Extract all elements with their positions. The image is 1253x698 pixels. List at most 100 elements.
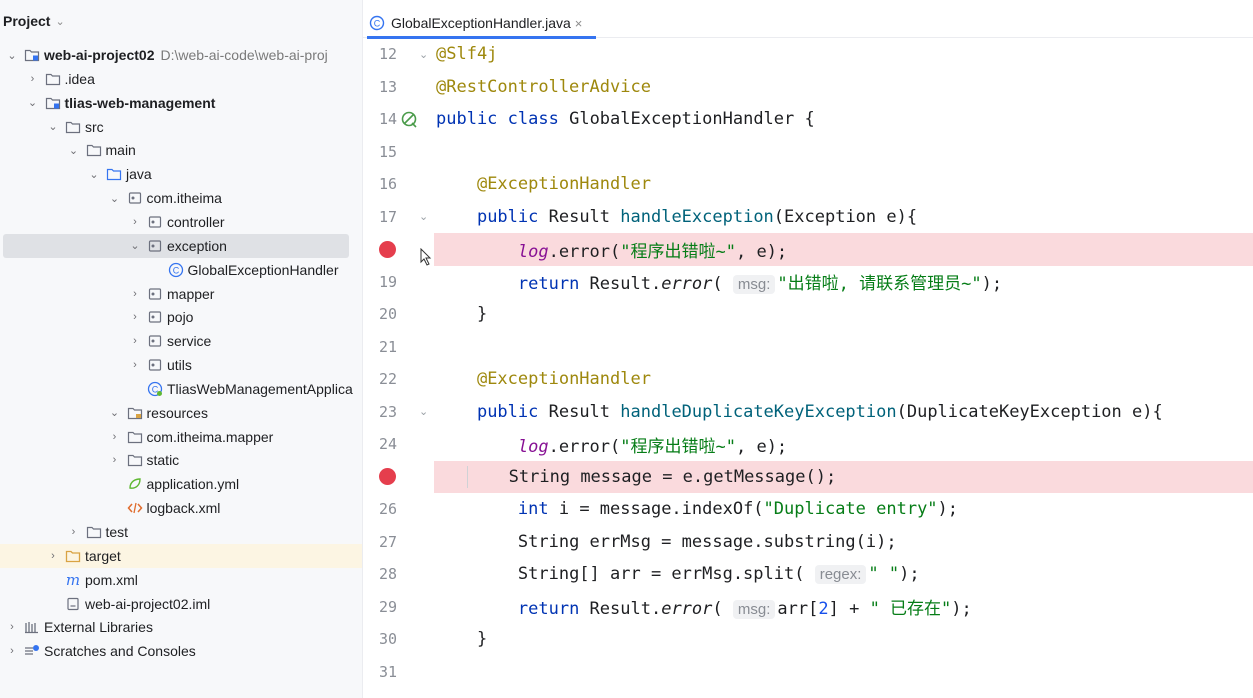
tree-item-com-itheima-mapper[interactable]: › com.itheima.mapper <box>0 425 362 449</box>
package-icon <box>146 309 164 325</box>
tree-item-label: Scratches and Consoles <box>44 643 196 660</box>
tree-item-src[interactable]: ⌄ src <box>0 115 362 139</box>
chevron-right-icon[interactable]: › <box>27 73 39 85</box>
tree-item-scratches-and-consoles[interactable]: › Scratches and Consoles <box>0 639 362 663</box>
tree-item-globalexceptionhandler[interactable]: C GlobalExceptionHandler <box>0 258 362 282</box>
chevron-right-icon[interactable]: › <box>6 621 18 633</box>
tree-item-label: main <box>105 142 136 159</box>
editor-tab-bar: C GlobalExceptionHandler.java × <box>363 0 1253 39</box>
chevron-right-icon[interactable]: › <box>6 645 18 657</box>
chevron-down-icon[interactable]: ⌄ <box>129 239 141 252</box>
breakpoint-icon[interactable] <box>379 468 396 486</box>
parameter-hint: msg: <box>732 600 776 620</box>
tree-item-external-libraries[interactable]: › External Libraries <box>0 615 362 639</box>
fold-icon[interactable]: ⌄ <box>419 405 428 418</box>
chevron-right-icon[interactable]: › <box>129 311 141 323</box>
tree-item-label: resources <box>146 404 208 421</box>
tree-item-controller[interactable]: › controller <box>0 210 362 234</box>
string-token: "程序出错啦~" <box>620 241 736 262</box>
code-line-31: 31 <box>363 656 1253 689</box>
chevron-right-icon[interactable]: › <box>109 454 121 466</box>
tree-item-java[interactable]: ⌄ java <box>0 162 362 186</box>
chevron-down-icon[interactable]: ⌄ <box>88 168 100 181</box>
chevron-down-icon[interactable]: ⌄ <box>6 49 18 62</box>
tree-item-test[interactable]: › test <box>0 520 362 544</box>
fold-icon[interactable]: ⌄ <box>419 48 428 61</box>
tree-item-main[interactable]: ⌄ main <box>0 138 362 162</box>
code-line-27: 27 String errMsg = message.substring(i); <box>363 526 1253 559</box>
chevron-right-icon[interactable]: › <box>47 550 59 562</box>
chevron-right-icon[interactable]: › <box>129 359 141 371</box>
chevron-down-icon[interactable]: ⌄ <box>68 144 80 157</box>
code-token: (Exception e){ <box>773 206 918 227</box>
tree-item-com-itheima[interactable]: ⌄ com.itheima <box>0 186 362 210</box>
tree-item-label: .idea <box>64 70 95 87</box>
code-token: .error( <box>548 436 621 457</box>
code-token: String[] arr = errMsg.split( <box>517 564 805 585</box>
tree-item-web-ai-project02-iml[interactable]: web-ai-project02.iml <box>0 592 362 616</box>
package-icon <box>146 357 164 373</box>
no-usages-bean-icon[interactable] <box>399 110 419 128</box>
keyword-token: int <box>517 499 549 520</box>
line-number: 21 <box>378 337 397 356</box>
code-text: String[] arr = errMsg.split( regex: " "); <box>436 564 920 585</box>
tree-item-web-ai-project02[interactable]: ⌄ web-ai-project02 D:\web-ai-code\web-ai-p… <box>0 43 362 67</box>
tree-item-tliaswebmanagementapplica[interactable]: C TliasWebManagementApplica <box>0 377 362 401</box>
iml-file-icon <box>64 596 82 612</box>
chevron-right-icon[interactable]: › <box>129 335 141 347</box>
annotation-token: @ExceptionHandler <box>476 174 651 195</box>
tree-item-label: TliasWebManagementApplica <box>167 380 353 397</box>
code-text: return Result.error( msg: "出错啦, 请联系管理员~")… <box>436 269 1002 295</box>
string-token: "程序出错啦~" <box>620 436 736 457</box>
tree-item-tlias-web-management[interactable]: ⌄ tlias-web-management <box>0 91 362 115</box>
line-number: 13 <box>378 77 397 96</box>
tree-item-service[interactable]: › service <box>0 329 362 353</box>
chevron-down-icon[interactable]: ⌄ <box>109 406 121 419</box>
folder-icon <box>85 142 103 158</box>
code-token: ] + <box>828 599 870 620</box>
chevron-right-icon[interactable]: › <box>68 526 80 538</box>
chevron-down-icon[interactable]: ⌄ <box>55 15 64 28</box>
breakpoint-icon[interactable] <box>379 240 396 258</box>
module-folder-icon <box>44 95 62 111</box>
fold-icon[interactable]: ⌄ <box>419 210 428 223</box>
tree-item-idea[interactable]: › .idea <box>0 67 362 91</box>
tree-item-mapper[interactable]: › mapper <box>0 282 362 306</box>
folder-icon <box>64 119 82 135</box>
chevron-down-icon[interactable]: ⌄ <box>109 192 121 205</box>
parameter-hint: regex: <box>814 565 867 585</box>
tree-item-static[interactable]: › static <box>0 448 362 472</box>
chevron-right-icon[interactable]: › <box>109 431 121 443</box>
svg-text:C: C <box>172 265 179 275</box>
tab-global-exception-handler[interactable]: C GlobalExceptionHandler.java × <box>367 8 596 39</box>
chevron-down-icon[interactable]: ⌄ <box>47 120 59 133</box>
source-folder-icon <box>105 166 123 182</box>
code-token: (DuplicateKeyException e){ <box>896 401 1163 422</box>
tree-item-label: utils <box>167 357 192 374</box>
tree-item-label: controller <box>167 213 225 230</box>
tree-item-application-yml[interactable]: application.yml <box>0 472 362 496</box>
code-text: @RestControllerAdvice <box>436 77 651 97</box>
chevron-right-icon[interactable]: › <box>129 216 141 228</box>
tree-item-pom-xml[interactable]: m pom.xml <box>0 568 362 592</box>
tree-item-target[interactable]: › target <box>0 543 362 568</box>
package-icon <box>126 190 144 206</box>
tree-item-label: test <box>105 524 129 540</box>
tree-item-pojo[interactable]: › pojo <box>0 305 362 329</box>
code-text: log.error("程序出错啦~", e); <box>436 237 787 262</box>
tree-item-utils[interactable]: › utils <box>0 353 362 377</box>
code-editor[interactable]: C GlobalExceptionHandler.java × 12 ⌄ @Sl… <box>363 0 1253 698</box>
project-panel-header[interactable]: Project ⌄ <box>0 0 362 42</box>
tree-item-label: web-ai-project02.iml <box>85 595 211 612</box>
chevron-right-icon[interactable]: › <box>129 288 141 300</box>
xml-icon <box>126 500 144 516</box>
chevron-down-icon[interactable]: ⌄ <box>27 96 39 109</box>
code-token: Result <box>538 401 621 422</box>
keyword-token: return <box>517 274 580 295</box>
close-tab-icon[interactable]: × <box>575 16 583 31</box>
line-number: 29 <box>378 597 397 616</box>
tree-item-exception[interactable]: ⌄ exception <box>0 233 362 258</box>
tree-item-resources[interactable]: ⌄ resources <box>0 401 362 425</box>
tree-item-logback-xml[interactable]: logback.xml <box>0 496 362 520</box>
package-icon <box>146 238 164 254</box>
